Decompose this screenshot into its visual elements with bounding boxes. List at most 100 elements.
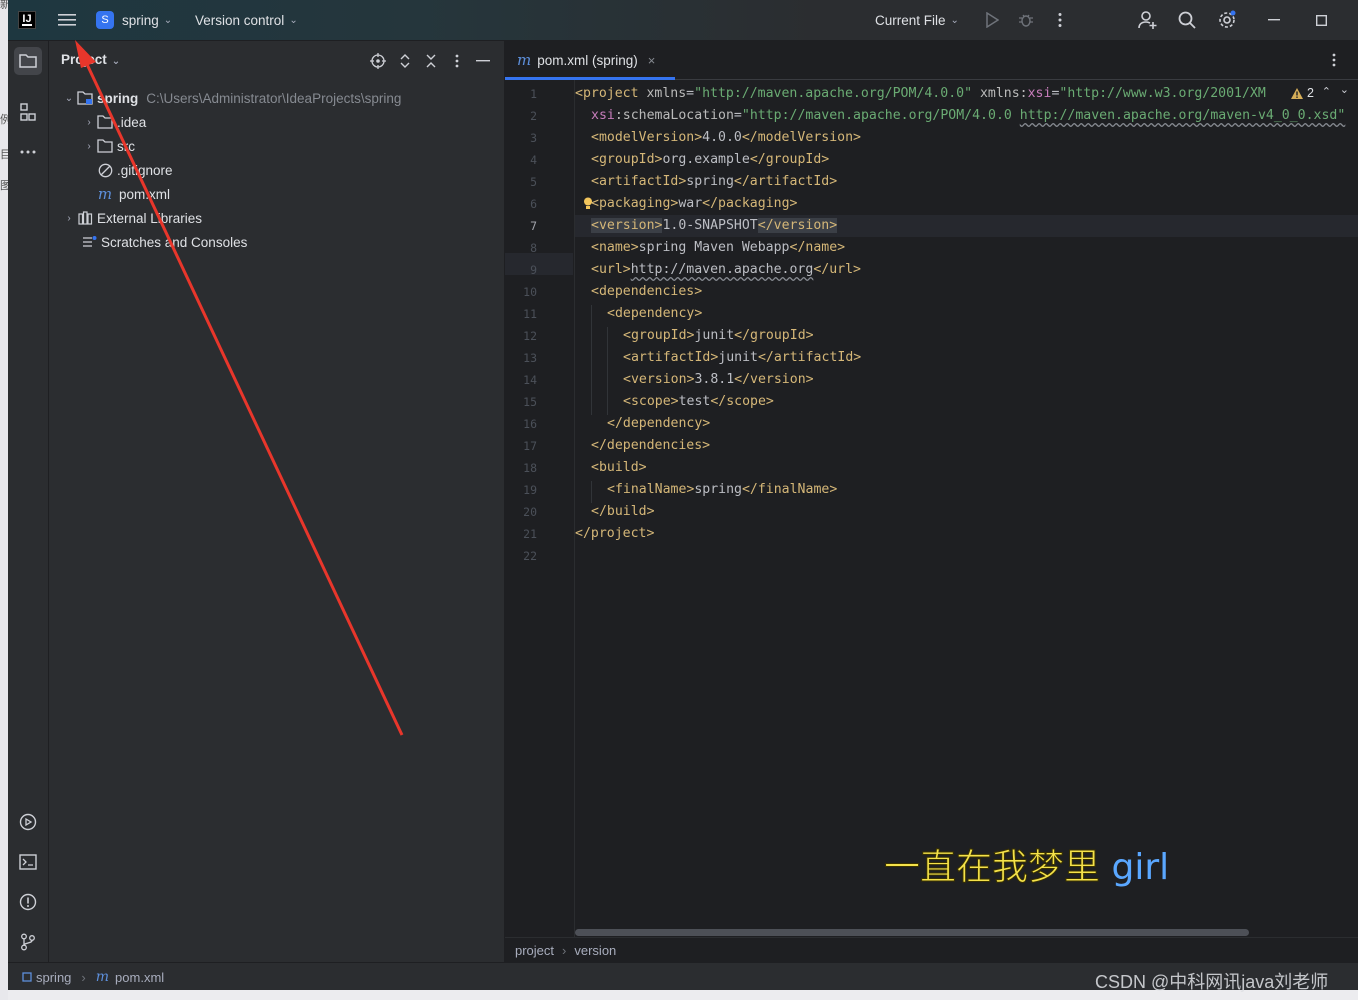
indent-guide <box>607 327 608 415</box>
hamburger-menu-icon[interactable] <box>55 8 79 32</box>
line-number: 2 <box>530 109 537 123</box>
tree-item-pom[interactable]: m pom.xml <box>97 182 170 206</box>
tree-label: .gitignore <box>117 162 173 178</box>
more-vertical-icon[interactable] <box>1048 8 1072 32</box>
warning-indicator[interactable]: 2 <box>1284 86 1314 100</box>
tree-item-scratches[interactable]: Scratches and Consoles <box>81 230 247 254</box>
title-bar: IJ S spring ⌄ Version control ⌄ Current … <box>8 0 1358 41</box>
tree-label: src <box>117 138 135 154</box>
line-number: 17 <box>523 439 537 453</box>
warning-icon <box>1291 87 1304 99</box>
background-glyph: 例 <box>0 114 11 126</box>
editor-tab-bar: m pom.xml (spring) × <box>505 41 1358 80</box>
line-number: 19 <box>523 483 537 497</box>
module-folder-icon <box>77 90 93 106</box>
more-horizontal-icon[interactable] <box>14 138 42 166</box>
run-config-selector[interactable]: Current File ⌄ <box>875 0 959 40</box>
chevron-right-icon: › <box>87 140 91 152</box>
code-editor[interactable]: <project xmlns="http://maven.apache.org/… <box>574 80 1358 940</box>
module-icon <box>22 972 32 982</box>
problems-icon[interactable] <box>14 888 42 916</box>
maximize-icon[interactable] <box>1309 8 1333 32</box>
close-icon[interactable]: × <box>648 53 656 68</box>
line-number: 11 <box>523 307 537 321</box>
tab-pom-xml[interactable]: m pom.xml (spring) × <box>505 41 675 80</box>
git-icon[interactable] <box>14 928 42 956</box>
folder-icon <box>97 138 113 154</box>
code-line: <artifactId>junit</artifactId> <box>623 350 862 365</box>
chevron-down-icon: ⌄ <box>111 56 121 67</box>
horizontal-scrollbar[interactable] <box>575 929 1249 936</box>
background-glyph: 图 <box>0 180 11 192</box>
intellij-logo[interactable]: IJ <box>18 11 36 29</box>
code-line: </project> <box>575 526 655 541</box>
previous-highlight-icon[interactable]: ⌃ <box>1322 85 1331 98</box>
project-switcher[interactable]: S spring ⌄ <box>96 0 172 40</box>
line-number: 1 <box>530 87 537 101</box>
lightbulb-icon[interactable] <box>583 197 593 213</box>
structure-icon[interactable] <box>14 98 42 126</box>
status-file[interactable]: pom.xml <box>115 970 164 985</box>
tab-label: pom.xml (spring) <box>537 52 638 68</box>
line-number: 14 <box>523 373 537 387</box>
chevron-right-icon: › <box>67 212 71 224</box>
line-number: 4 <box>530 153 537 167</box>
line-number: 9 <box>530 263 537 277</box>
project-panel-title[interactable]: Project ⌄ <box>61 52 120 67</box>
indent-guide <box>591 481 592 503</box>
debug-icon[interactable] <box>1014 8 1038 32</box>
breadcrumb-item[interactable]: version <box>574 943 616 958</box>
locate-icon[interactable] <box>368 51 388 71</box>
next-highlight-icon[interactable]: ⌄ <box>1340 83 1349 96</box>
more-vertical-icon[interactable] <box>1332 53 1336 70</box>
line-number: 13 <box>523 351 537 365</box>
code-line: <build> <box>591 460 647 475</box>
maven-file-icon: m <box>517 51 532 69</box>
status-project[interactable]: spring <box>22 970 71 985</box>
scratches-icon <box>81 234 97 250</box>
folder-icon[interactable] <box>14 47 42 75</box>
tool-window-strip <box>8 41 49 962</box>
close-icon[interactable] <box>421 51 441 71</box>
code-line: <finalName>spring</finalName> <box>607 482 838 497</box>
run-icon[interactable] <box>980 8 1004 32</box>
line-number: 12 <box>523 329 537 343</box>
editor-breadcrumbs: project › version <box>505 937 1358 962</box>
add-user-icon[interactable] <box>1136 8 1160 32</box>
indent-guide <box>591 305 592 415</box>
project-tool-window: Project ⌄ ⌄ spring C:\Users\Administrator… <box>49 41 505 962</box>
chevron-down-icon: ⌄ <box>64 92 74 104</box>
line-number: 6 <box>530 197 537 211</box>
chevron-right-icon: › <box>562 942 567 958</box>
minimize-icon[interactable] <box>1262 8 1286 32</box>
more-vertical-icon[interactable] <box>447 51 467 71</box>
tree-item-external-libraries[interactable]: › External Libraries <box>61 206 202 230</box>
video-subtitle: 一直在我梦里 girl <box>883 838 1169 890</box>
hide-icon[interactable] <box>473 51 493 71</box>
library-icon <box>77 210 93 226</box>
expand-collapse-icon[interactable] <box>395 51 415 71</box>
background-glyph: 新 <box>0 0 11 11</box>
code-line: <groupId>org.example</groupId> <box>591 152 830 167</box>
run-config-label: Current File <box>875 12 946 28</box>
code-line: <version>1.0-SNAPSHOT</version> <box>591 218 838 233</box>
vcs-menu[interactable]: Version control ⌄ <box>195 0 298 40</box>
settings-icon[interactable] <box>1215 8 1239 32</box>
tree-item-gitignore[interactable]: .gitignore <box>97 158 173 182</box>
subtitle-chinese: 一直在我梦里 <box>883 847 1101 889</box>
watermark: CSDN @中科网讯java刘老师 <box>1095 972 1329 992</box>
line-gutter: 1 2 3 4 5 6 7 8 9 10 11 12 13 14 15 16 1… <box>505 80 573 940</box>
services-icon[interactable] <box>14 808 42 836</box>
line-number: 22 <box>523 549 537 563</box>
tree-item-idea[interactable]: › .idea <box>81 110 146 134</box>
tree-item-src[interactable]: › src <box>81 134 135 158</box>
breadcrumb-item[interactable]: project <box>515 943 554 958</box>
chevron-down-icon: ⌄ <box>289 14 298 26</box>
terminal-icon[interactable] <box>14 848 42 876</box>
search-icon[interactable] <box>1175 8 1199 32</box>
code-line: </build> <box>591 504 655 519</box>
code-line: <project xmlns="http://maven.apache.org/… <box>575 86 1266 101</box>
chevron-right-icon: › <box>87 116 91 128</box>
tree-item-spring[interactable]: ⌄ spring C:\Users\Administrator\IdeaProj… <box>61 86 402 110</box>
background-window-strip: 新 例 目 图 <box>0 0 11 1000</box>
